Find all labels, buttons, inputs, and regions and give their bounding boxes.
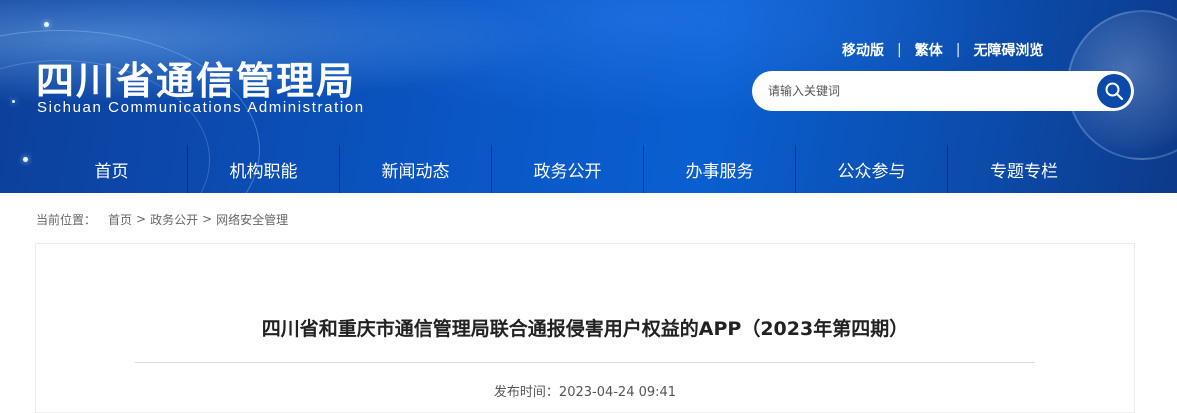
- nav-item-functions[interactable]: 机构职能: [188, 145, 340, 193]
- breadcrumb-item-network-security[interactable]: 网络安全管理: [216, 211, 288, 228]
- publish-time-value: 2023-04-24 09:41: [558, 385, 677, 400]
- breadcrumb-separator: >: [136, 212, 147, 226]
- nav-item-services[interactable]: 办事服务: [644, 145, 796, 193]
- search-button[interactable]: [1097, 74, 1131, 108]
- top-links: 移动版 | 繁体 | 无障碍浏览: [842, 40, 1043, 60]
- decorative-dot: [23, 157, 28, 162]
- breadcrumb-separator: >: [202, 212, 213, 226]
- nav-item-special-topics[interactable]: 专题专栏: [948, 145, 1100, 193]
- mobile-version-link[interactable]: 移动版: [842, 40, 884, 60]
- decorative-dot: [44, 22, 49, 27]
- breadcrumb-item-government-affairs[interactable]: 政务公开: [150, 211, 198, 228]
- breadcrumb-label: 当前位置：: [36, 212, 97, 227]
- title-divider: [135, 362, 1035, 363]
- breadcrumb: 当前位置： 首页 > 政务公开 > 网络安全管理: [36, 210, 288, 228]
- breadcrumb-item-home[interactable]: 首页: [108, 211, 132, 228]
- article-title: 四川省和重庆市通信管理局联合通报侵害用户权益的APP（2023年第四期）: [261, 318, 909, 340]
- site-logo-title[interactable]: 四川省通信管理局: [36, 50, 356, 105]
- link-separator: |: [955, 42, 961, 58]
- article-container: 四川省和重庆市通信管理局联合通报侵害用户权益的APP（2023年第四期） 发布时…: [35, 243, 1135, 413]
- decorative-dot: [12, 100, 15, 103]
- publish-time-label: 发布时间：: [493, 385, 559, 400]
- nav-item-government-affairs[interactable]: 政务公开: [492, 145, 644, 193]
- main-nav: 首页 机构职能 新闻动态 政务公开 办事服务 公众参与 专题专栏: [36, 145, 1135, 193]
- nav-item-news[interactable]: 新闻动态: [340, 145, 492, 193]
- link-separator: |: [897, 42, 902, 58]
- traditional-chinese-link[interactable]: 繁体: [915, 40, 943, 60]
- search-box: [752, 71, 1134, 111]
- article-meta: 发布时间：2023-04-24 09:41: [36, 381, 1134, 400]
- site-header: 四川省通信管理局 Sichuan Communications Administ…: [0, 0, 1177, 193]
- search-input[interactable]: [768, 81, 1088, 101]
- site-logo-subtitle: Sichuan Communications Administration: [37, 99, 365, 116]
- accessibility-link[interactable]: 无障碍浏览: [973, 40, 1043, 60]
- nav-item-home[interactable]: 首页: [36, 145, 188, 193]
- search-icon: [1105, 82, 1124, 101]
- nav-item-public-participation[interactable]: 公众参与: [796, 145, 948, 193]
